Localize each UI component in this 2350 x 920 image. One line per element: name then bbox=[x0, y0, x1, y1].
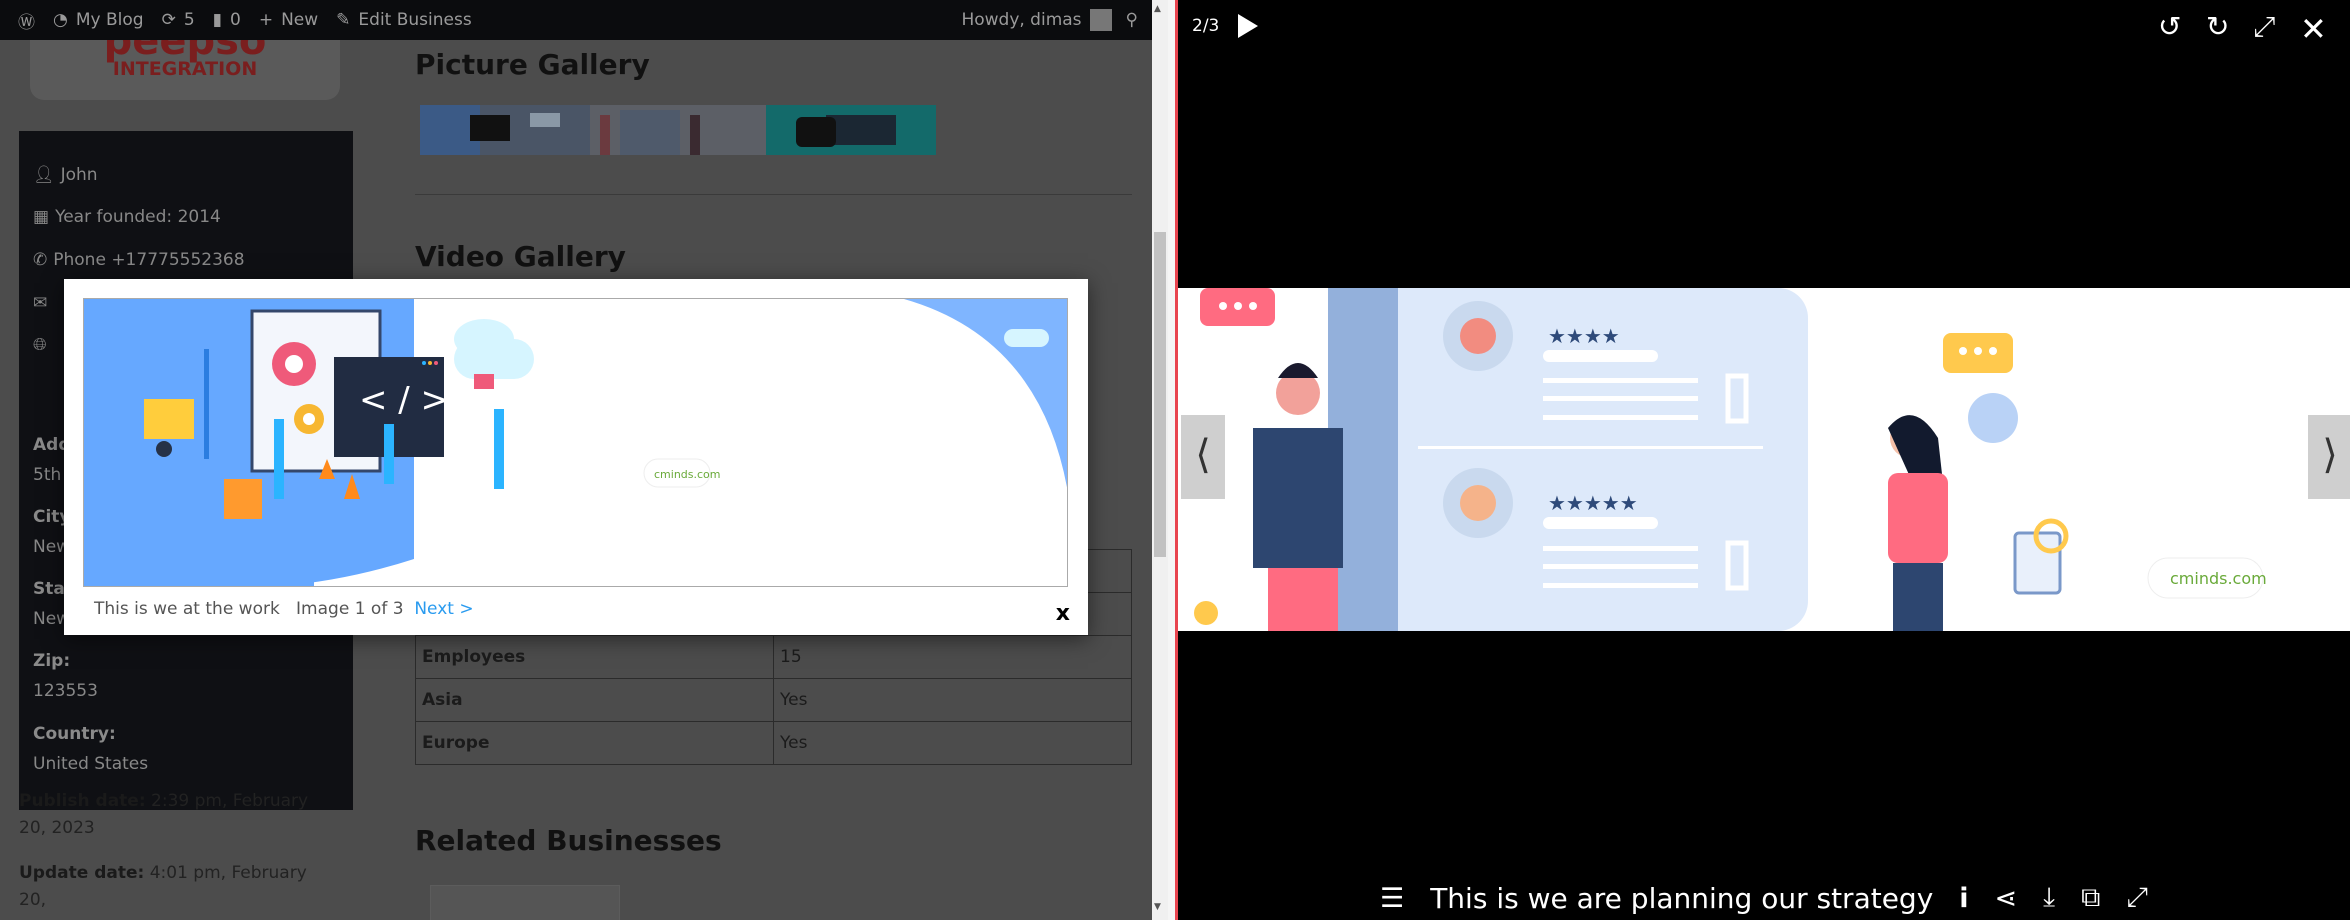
modal-caption: This is we at the work Image 1 of 3 Next… bbox=[94, 599, 474, 619]
info-icon[interactable]: i bbox=[1959, 883, 1968, 914]
new-link[interactable]: + New bbox=[259, 10, 318, 30]
my-blog-link[interactable]: ◔ My Blog bbox=[53, 10, 144, 30]
watermark: cminds.com bbox=[654, 468, 721, 481]
wordpress-logo-icon[interactable]: Ⓦ bbox=[18, 8, 35, 33]
phone-icon: ✆ bbox=[33, 250, 48, 270]
website-row: 🌐︎ bbox=[33, 335, 47, 355]
dashboard-icon: ◔ bbox=[53, 10, 68, 30]
comments-link[interactable]: ▮ 0 bbox=[213, 10, 241, 30]
scrollbar-thumb[interactable] bbox=[1154, 232, 1166, 557]
country-value: United States bbox=[33, 754, 149, 774]
zip-value: 123553 bbox=[33, 681, 98, 701]
dates: Publish date: 2:39 pm, February 20, 2023… bbox=[19, 788, 339, 914]
plus-icon: + bbox=[258, 10, 274, 30]
scrollbar[interactable]: ▲ ▼ bbox=[1152, 0, 1168, 920]
modal-image: < / > cminds.com bbox=[83, 298, 1068, 587]
gallery-thumbnail-1[interactable] bbox=[420, 105, 590, 155]
svg-text:< / >: < / > bbox=[359, 380, 449, 420]
table-row: Europe Yes bbox=[415, 721, 1132, 765]
next-link[interactable]: Next > bbox=[414, 599, 473, 619]
video-gallery-heading: Video Gallery bbox=[415, 240, 626, 273]
email-row: ✉ bbox=[33, 293, 47, 313]
close-icon[interactable]: ✕ bbox=[2300, 10, 2327, 48]
table-row: Employees 15 bbox=[415, 635, 1132, 679]
refresh-icon: ⟳ bbox=[161, 10, 176, 30]
phone-row: ✆ Phone +17775552368 bbox=[33, 250, 245, 270]
scroll-down-arrow-icon[interactable]: ▼ bbox=[1154, 902, 1161, 912]
gallery-thumbnail-3[interactable] bbox=[766, 105, 936, 155]
lightbox-caption: This is we are planning our strategy bbox=[1430, 881, 1934, 915]
svg-text:★★★★: ★★★★ bbox=[1548, 324, 1620, 348]
svg-text:★★★★★: ★★★★★ bbox=[1548, 491, 1638, 515]
pane-divider bbox=[1168, 0, 1178, 920]
rotate-right-icon[interactable]: ↻ bbox=[2206, 10, 2229, 43]
related-businesses-heading: Related Businesses bbox=[415, 824, 722, 857]
picture-gallery-heading: Picture Gallery bbox=[415, 48, 650, 81]
open-external-icon[interactable]: ⧉ bbox=[2081, 882, 2100, 914]
menu-icon[interactable]: ☰ bbox=[1380, 883, 1404, 914]
envelope-icon: ✉ bbox=[33, 293, 48, 313]
comment-icon: ▮ bbox=[212, 10, 222, 30]
lightbox-viewer: 2/3 ↺ ↻ ⤢ ✕ ★★★★ ★★★★★ cminds.com ⟨ ⟩ ☰ … bbox=[1178, 0, 2350, 920]
rotate-left-icon[interactable]: ↺ bbox=[2158, 10, 2181, 43]
account-menu[interactable]: Howdy, dimas bbox=[961, 9, 1112, 31]
previous-button[interactable]: ⟨ bbox=[1181, 415, 1225, 499]
update-date: Update date: 4:01 pm, February 20, bbox=[19, 863, 307, 910]
table-row: Asia Yes bbox=[415, 678, 1132, 722]
lightbox-image: ★★★★ ★★★★★ cminds.com bbox=[1178, 288, 2350, 631]
business-page: Ⓦ ◔ My Blog ⟳ 5 ▮ 0 + New ✎ Edit Business How… bbox=[0, 0, 1152, 920]
year-row: ▦ Year founded: 2014 bbox=[33, 207, 221, 227]
owner-row: 👤︎ John bbox=[33, 165, 98, 185]
avatar bbox=[1089, 9, 1112, 31]
close-button[interactable]: x bbox=[1056, 601, 1070, 626]
updates-link[interactable]: ⟳ 5 bbox=[162, 10, 195, 30]
search-icon[interactable]: ⚲ bbox=[1126, 10, 1138, 30]
download-icon[interactable]: ⤓ bbox=[2043, 882, 2055, 914]
country-label: Country: bbox=[33, 724, 116, 744]
gallery-thumbnail-2[interactable] bbox=[590, 105, 766, 155]
picture-gallery bbox=[420, 105, 936, 155]
address-value: 5th bbox=[33, 465, 62, 485]
wp-admin-bar: Ⓦ ◔ My Blog ⟳ 5 ▮ 0 + New ✎ Edit Business How… bbox=[0, 0, 1152, 40]
share-icon[interactable]: ⋖ bbox=[1995, 883, 2018, 914]
scroll-up-arrow-icon[interactable]: ▲ bbox=[1154, 4, 1161, 14]
zip-label: Zip: bbox=[33, 651, 71, 671]
calendar-icon: ▦ bbox=[33, 207, 50, 227]
edit-business-link[interactable]: ✎ Edit Business bbox=[336, 10, 472, 30]
fullscreen-icon[interactable]: ⤢ bbox=[2253, 10, 2275, 44]
related-business-card[interactable] bbox=[430, 885, 620, 920]
user-icon: 👤︎ bbox=[33, 165, 55, 185]
slide-counter: 2/3 bbox=[1192, 16, 1220, 36]
play-icon[interactable] bbox=[1238, 14, 1258, 38]
globe-icon: 🌐︎ bbox=[33, 335, 47, 355]
business-logo: peepso INTEGRATION bbox=[30, 32, 340, 100]
next-button[interactable]: ⟩ bbox=[2308, 415, 2350, 499]
pencil-icon: ✎ bbox=[336, 10, 351, 30]
watermark: cminds.com bbox=[2170, 569, 2267, 588]
expand-icon[interactable]: ⤢ bbox=[2126, 882, 2148, 914]
publish-date: Publish date: 2:39 pm, February 20, 2023 bbox=[19, 791, 309, 838]
image-modal: < / > cminds.com This is we at the work … bbox=[64, 279, 1088, 635]
divider bbox=[415, 194, 1132, 195]
lightbox-toolbar: ☰ This is we are planning our strategy i… bbox=[1178, 878, 2350, 918]
image-counter: Image 1 of 3 bbox=[296, 599, 404, 619]
